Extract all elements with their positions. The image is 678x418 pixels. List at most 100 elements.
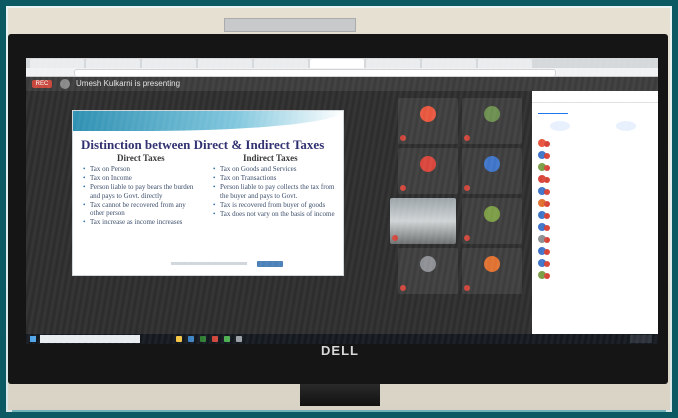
participants-panel <box>532 91 658 344</box>
list-item[interactable] <box>532 221 658 233</box>
slide-button <box>257 261 283 267</box>
windows-start-icon[interactable] <box>30 336 36 342</box>
avatar <box>484 206 500 222</box>
participant-tile[interactable] <box>462 148 522 194</box>
mic-off-icon <box>544 249 550 255</box>
mic-off-icon <box>544 189 550 195</box>
direct-taxes-heading: Direct Taxes <box>117 153 165 163</box>
participant-name <box>400 284 456 292</box>
list-item[interactable] <box>532 233 658 245</box>
mic-off-icon <box>544 165 550 171</box>
participant-name <box>464 234 520 242</box>
list-item: Tax cannot be recovered from any other p… <box>83 201 201 218</box>
monitor-stand <box>300 384 380 406</box>
mic-off-icon <box>544 261 550 267</box>
url-field[interactable] <box>74 69 556 77</box>
participant-video-tile[interactable] <box>390 198 456 244</box>
avatar <box>420 256 436 272</box>
list-item[interactable] <box>532 149 658 161</box>
list-item: Tax on Goods and Services <box>213 165 337 174</box>
list-item: Person liable to pay bears the burden an… <box>83 183 201 200</box>
meeting-header: REC Umesh Kulkarni is presenting <box>26 77 658 91</box>
recording-badge: REC <box>32 80 52 88</box>
monitor-screen: REC Umesh Kulkarni is presenting Distinc… <box>26 58 658 344</box>
app-icon[interactable] <box>212 336 218 342</box>
browser-tab[interactable] <box>30 59 84 68</box>
avatar <box>484 256 500 272</box>
slide-decoration <box>73 111 343 131</box>
list-item: Tax on Income <box>83 174 201 183</box>
presenting-text: Umesh Kulkarni is presenting <box>76 79 181 88</box>
list-item[interactable] <box>532 137 658 149</box>
browser-tab[interactable] <box>478 59 532 68</box>
tab-chat[interactable] <box>614 105 638 113</box>
list-item: Tax on Transactions <box>213 174 337 183</box>
indirect-taxes-list: Tax on Goods and Services Tax on Transac… <box>213 165 337 219</box>
avatar <box>420 106 436 122</box>
pin-button[interactable] <box>616 121 636 131</box>
list-item[interactable] <box>532 209 658 221</box>
list-item[interactable] <box>532 197 658 209</box>
participant-name <box>400 184 456 192</box>
list-item[interactable] <box>532 161 658 173</box>
avatar <box>420 156 436 172</box>
presentation-slide: Distinction between Direct & Indirect Ta… <box>72 110 344 276</box>
list-item[interactable] <box>532 257 658 269</box>
direct-taxes-list: Tax on Person Tax on Income Person liabl… <box>83 165 201 227</box>
mic-off-icon <box>544 237 550 243</box>
mic-off-icon <box>544 273 550 279</box>
participant-tile[interactable] <box>462 198 522 244</box>
avatar <box>60 79 70 89</box>
mic-off-icon <box>544 225 550 231</box>
browser-tab[interactable] <box>366 59 420 68</box>
participant-name <box>464 184 520 192</box>
participant-tile[interactable] <box>462 248 522 294</box>
list-item: Tax on Person <box>83 165 201 174</box>
list-item[interactable] <box>532 269 658 281</box>
avatar <box>484 106 500 122</box>
slide-footer <box>171 262 247 265</box>
list-item[interactable] <box>532 245 658 257</box>
participant-name <box>464 134 520 142</box>
store-icon[interactable] <box>200 336 206 342</box>
mic-off-icon <box>544 213 550 219</box>
participant-tile[interactable] <box>462 98 522 144</box>
indirect-taxes-heading: Indirect Taxes <box>243 153 298 163</box>
taskbar-search-input[interactable] <box>40 335 140 343</box>
list-item[interactable] <box>532 185 658 197</box>
mic-off-icon <box>544 201 550 207</box>
participant-name <box>464 284 520 292</box>
browser-tab[interactable] <box>254 59 308 68</box>
mic-off-icon <box>544 141 550 147</box>
chrome-icon[interactable] <box>224 336 230 342</box>
edge-icon[interactable] <box>188 336 194 342</box>
list-item: Tax does not vary on the basis of income <box>213 210 337 219</box>
browser-tab[interactable] <box>142 59 196 68</box>
participant-name <box>392 234 448 242</box>
participant-tile[interactable] <box>398 248 458 294</box>
list-item: Tax increase as income increases <box>83 218 201 227</box>
slide-title: Distinction between Direct & Indirect Ta… <box>81 137 325 152</box>
add-people-button[interactable] <box>550 121 570 131</box>
browser-tab-active[interactable] <box>310 59 364 68</box>
panel-tabs <box>532 103 658 115</box>
participant-tile[interactable] <box>398 98 458 144</box>
list-item: Person liable to pay collects the tax fr… <box>213 183 337 200</box>
tab-people[interactable] <box>538 105 568 114</box>
list-item[interactable] <box>532 173 658 185</box>
participant-tiles <box>390 98 530 336</box>
participant-tile[interactable] <box>398 148 458 194</box>
app-icon[interactable] <box>236 336 242 342</box>
mic-off-icon <box>544 153 550 159</box>
browser-address-bar <box>26 68 658 77</box>
browser-tab[interactable] <box>86 59 140 68</box>
participants-list <box>532 137 658 281</box>
file-explorer-icon[interactable] <box>176 336 182 342</box>
browser-tab[interactable] <box>422 59 476 68</box>
taskbar-clock[interactable] <box>630 335 652 343</box>
panel-header <box>532 91 658 103</box>
browser-tab[interactable] <box>198 59 252 68</box>
browser-tab-strip <box>26 58 658 68</box>
wall-sticker <box>224 18 356 32</box>
participant-name <box>400 134 456 142</box>
